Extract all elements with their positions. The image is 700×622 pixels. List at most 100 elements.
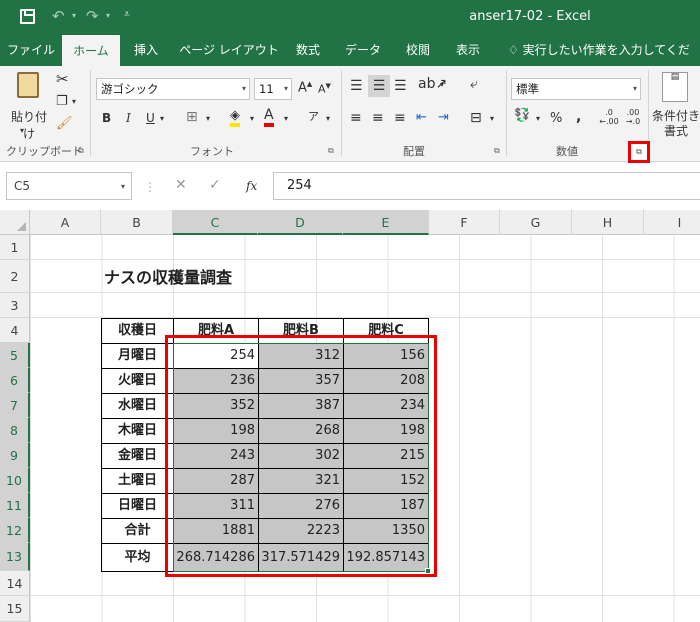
underline-button[interactable]: U	[146, 111, 155, 125]
table-cell[interactable]: 234	[343, 393, 429, 419]
wrap-text-icon[interactable]: ⤶	[470, 76, 478, 92]
align-right-icon[interactable]: ≡	[394, 110, 406, 126]
format-painter-icon[interactable]: 🖌	[56, 116, 73, 131]
row-label[interactable]: 火曜日	[101, 368, 174, 394]
row-header[interactable]: 15	[0, 596, 30, 622]
shrink-font-icon[interactable]: A▼	[318, 82, 331, 96]
merge-center-icon[interactable]: ⊟	[470, 110, 482, 126]
tab-formulas[interactable]: 数式	[286, 34, 330, 66]
table-header[interactable]: 肥料B	[258, 318, 344, 344]
table-cell[interactable]: 2223	[258, 518, 344, 544]
column-header[interactable]: A	[30, 210, 101, 235]
align-top-icon[interactable]: ☰	[350, 78, 363, 94]
table-cell[interactable]: 254	[173, 343, 259, 369]
font-color-icon[interactable]: A	[264, 108, 274, 127]
tab-insert[interactable]: 挿入	[120, 34, 172, 66]
table-cell[interactable]: 236	[173, 368, 259, 394]
table-cell[interactable]: 156	[343, 343, 429, 369]
paste-button[interactable]: 貼り付け	[6, 108, 52, 142]
tell-me-box[interactable]: ♢ 実行したい作業を入力してください	[508, 34, 698, 89]
decrease-indent-icon[interactable]: ⇤	[416, 110, 427, 125]
tab-data[interactable]: データ	[336, 34, 390, 66]
table-header[interactable]: 肥料A	[173, 318, 259, 344]
bold-button[interactable]: B	[102, 111, 111, 125]
row-header[interactable]: 8	[0, 418, 30, 443]
row-label[interactable]: 平均	[101, 543, 174, 572]
row-header[interactable]: 3	[0, 293, 30, 318]
table-cell[interactable]: 187	[343, 493, 429, 519]
tab-review[interactable]: 校閲	[396, 34, 440, 66]
tab-home[interactable]: ホーム	[62, 34, 120, 66]
phonetic-icon[interactable]: ア	[308, 108, 319, 124]
enter-icon[interactable]: ✓	[209, 177, 221, 193]
table-cell[interactable]: 198	[173, 418, 259, 444]
align-bottom-icon[interactable]: ☰	[394, 78, 407, 94]
table-cell[interactable]: 198	[343, 418, 429, 444]
row-label[interactable]: 金曜日	[101, 443, 174, 469]
row-header[interactable]: 4	[0, 318, 30, 343]
increase-indent-icon[interactable]: ⇥	[438, 110, 449, 125]
column-header[interactable]: I	[644, 210, 700, 235]
table-cell[interactable]: 243	[173, 443, 259, 469]
table-cell[interactable]: 215	[343, 443, 429, 469]
row-label[interactable]: 日曜日	[101, 493, 174, 519]
font-color-dropdown-icon[interactable]: ▾	[284, 114, 288, 123]
row-header[interactable]: 12	[0, 518, 30, 543]
table-cell[interactable]: 192.857143	[343, 543, 429, 572]
borders-dropdown-icon[interactable]: ▾	[206, 114, 210, 123]
row-header[interactable]: 2	[0, 260, 30, 293]
insert-function-button[interactable]: fx	[246, 179, 257, 193]
row-header[interactable]: 9	[0, 443, 30, 468]
row-header[interactable]: 1	[0, 235, 30, 260]
number-launcher-icon[interactable]: ⧉	[628, 141, 650, 163]
table-cell[interactable]: 302	[258, 443, 344, 469]
select-all-button[interactable]	[0, 210, 30, 235]
grow-font-icon[interactable]: A▲	[298, 80, 312, 95]
row-header[interactable]: 6	[0, 368, 30, 393]
column-header[interactable]: E	[343, 210, 429, 235]
row-header[interactable]: 13	[0, 543, 30, 571]
decrease-decimal-icon[interactable]: .00 →.0	[622, 108, 644, 126]
table-cell[interactable]: 352	[173, 393, 259, 419]
table-header[interactable]: 収穫日	[101, 318, 174, 344]
comma-style-button[interactable]: ,	[576, 109, 581, 125]
worksheet-grid[interactable]: A B C D E F G H I 1 2 3 4 5 6 7 8 9 10 1…	[0, 210, 700, 622]
column-header[interactable]: C	[173, 210, 258, 235]
percent-style-button[interactable]: %	[550, 111, 562, 126]
table-cell[interactable]: 152	[343, 468, 429, 494]
row-header[interactable]: 11	[0, 493, 30, 518]
cut-icon[interactable]: ✂	[56, 70, 69, 88]
font-launcher-icon[interactable]: ⧉	[328, 146, 334, 156]
fill-color-icon[interactable]: ◈	[230, 108, 240, 127]
increase-decimal-icon[interactable]: .0 ←.00	[598, 108, 620, 126]
paste-icon[interactable]	[12, 72, 44, 106]
fill-color-dropdown-icon[interactable]: ▾	[250, 114, 254, 123]
align-left-icon[interactable]: ≡	[350, 110, 362, 126]
table-cell[interactable]: 312	[258, 343, 344, 369]
table-cell[interactable]: 321	[258, 468, 344, 494]
accounting-format-icon[interactable]: 💱	[514, 108, 530, 123]
paste-dropdown-icon[interactable]: ▾	[20, 126, 24, 135]
tab-file[interactable]: ファイル	[0, 34, 62, 66]
tab-page-layout[interactable]: ページ レイアウト	[174, 34, 284, 66]
table-cell[interactable]: 1350	[343, 518, 429, 544]
column-header[interactable]: B	[101, 210, 173, 235]
table-cell[interactable]: 208	[343, 368, 429, 394]
table-cell[interactable]: 276	[258, 493, 344, 519]
table-cell[interactable]: 287	[173, 468, 259, 494]
alignment-launcher-icon[interactable]: ⧉	[494, 146, 500, 156]
formula-input[interactable]: 254	[273, 172, 700, 200]
table-cell[interactable]: 1881	[173, 518, 259, 544]
name-box[interactable]: C5 ▾	[6, 172, 132, 200]
table-cell[interactable]: 311	[173, 493, 259, 519]
column-header[interactable]: G	[500, 210, 572, 235]
table-cell[interactable]: 268	[258, 418, 344, 444]
row-header[interactable]: 10	[0, 468, 30, 493]
row-label[interactable]: 木曜日	[101, 418, 174, 444]
row-label[interactable]: 合計	[101, 518, 174, 544]
merge-dropdown-icon[interactable]: ▾	[490, 114, 494, 123]
align-center-icon[interactable]: ≡	[372, 110, 384, 126]
row-header[interactable]: 7	[0, 393, 30, 418]
table-cell[interactable]: 357	[258, 368, 344, 394]
align-middle-icon[interactable]: ☰	[368, 75, 390, 97]
